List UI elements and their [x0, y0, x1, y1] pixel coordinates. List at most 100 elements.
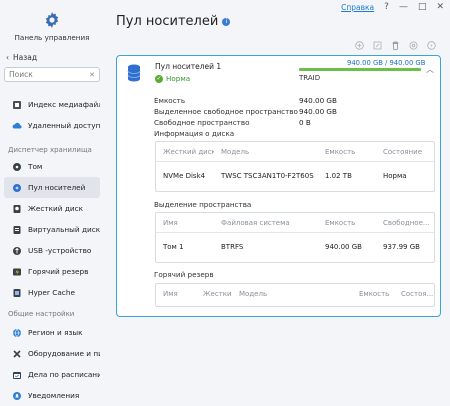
region-language-icon [12, 328, 22, 338]
section-general-settings: Общие настройки [8, 309, 75, 318]
add-icon[interactable] [354, 40, 364, 50]
sidebar-item-remote-access[interactable]: Удаленный доступ [4, 115, 100, 136]
notifications-icon [12, 391, 22, 401]
column-header[interactable]: Имя [156, 219, 214, 227]
sidebar-item-volume[interactable]: Том [4, 156, 100, 177]
table-cell: 937.99 GB [383, 243, 420, 251]
pool-header[interactable]: Пул носителей 1 ✓ Норма 940.00 GB / 940.… [117, 56, 440, 87]
hot-spare-icon [12, 267, 22, 277]
sidebar-item-label: Hyper Cache [28, 288, 75, 297]
table-header: Жесткий диск Модель Емкость Состояние [156, 142, 434, 162]
storage-pool-icon [12, 183, 22, 193]
gear-icon [45, 12, 59, 28]
sidebar-item-label: Индекс медиафайлов [28, 100, 100, 109]
check-circle-icon: ✓ [155, 74, 163, 83]
sidebar-item-notifications[interactable]: Уведомления [4, 385, 100, 406]
sidebar-item-hard-disk[interactable]: Жесткий диск [4, 198, 100, 219]
column-header[interactable]: Емкость [352, 290, 394, 298]
disk-info-table: Жесткий диск Модель Емкость Состояние NV… [155, 141, 435, 192]
table-cell: BTRFS [221, 243, 244, 251]
pool-properties: Емкость 940.00 GB Выделенное свободное п… [154, 95, 337, 128]
search-input[interactable]: Поиск ✕ [4, 67, 100, 82]
settings-icon[interactable] [408, 40, 418, 50]
table-row[interactable]: Том 1 BTRFS 940.00 GB 937.99 GB [156, 233, 434, 261]
pool-status-text: Норма [166, 74, 191, 83]
sidebar-item-scheduled-tasks[interactable]: Дела по расписанию [4, 364, 100, 385]
column-header[interactable]: Свободное... [376, 219, 434, 227]
property-row: Емкость 940.00 GB [154, 95, 337, 106]
column-header[interactable]: Модель [214, 148, 318, 156]
control-panel-title: Панель управления [14, 33, 90, 42]
column-header[interactable]: Имя [156, 290, 196, 298]
scheduled-tasks-icon [12, 370, 22, 380]
table-cell: 1.02 TB [325, 172, 352, 180]
sidebar-item-label: Оборудование и пит... [28, 349, 100, 358]
sidebar-item-hot-spare[interactable]: Горячий резерв [4, 261, 100, 282]
virtual-disk-icon [12, 225, 22, 235]
property-value: 0 B [299, 118, 311, 127]
table-row[interactable]: NVMe Disk4 TWSC TSC3AN1T0-F2T60S 1.02 TB… [156, 162, 434, 190]
sidebar-item-label: Дела по расписанию [28, 370, 100, 379]
sidebar-item-label: Виртуальный диск [28, 225, 100, 234]
column-header[interactable]: Состояние [376, 148, 434, 156]
sidebar-item-usb-device[interactable]: USB -устройство [4, 240, 100, 261]
column-header[interactable]: Файловая система [214, 219, 318, 227]
property-row: Свободное пространство 0 B [154, 117, 337, 128]
sidebar-item-media-index[interactable]: Индекс медиафайлов [4, 94, 100, 115]
sidebar-item-label: Удаленный доступ [28, 121, 100, 130]
back-label: Назад [13, 53, 38, 62]
remote-access-icon [12, 121, 22, 131]
usage-bar [299, 68, 421, 71]
more-icon[interactable] [426, 40, 436, 50]
disk-info-label: Информация о диска [154, 129, 235, 138]
storage-pool-card[interactable]: Пул носителей 1 ✓ Норма 940.00 GB / 940.… [116, 55, 441, 317]
back-button[interactable]: ‹ Назад [6, 53, 37, 62]
space-alloc-label: Выделение пространства [154, 200, 252, 209]
raid-type: TRAID [299, 74, 321, 82]
sidebar: Панель управления ‹ Назад Поиск ✕ Индекс… [0, 0, 104, 406]
pool-status: ✓ Норма [155, 74, 190, 83]
hardware-power-icon [12, 349, 22, 359]
delete-icon[interactable] [390, 40, 400, 50]
clear-icon[interactable]: ✕ [89, 71, 95, 79]
table-header: Имя Жестки... Модель Емкость Состоя... [156, 284, 434, 304]
sidebar-item-hardware-power[interactable]: Оборудование и пит... [4, 343, 100, 364]
sidebar-item-hyper-cache[interactable]: Hyper Cache [4, 282, 100, 303]
nav-general: Регион и язык Оборудование и пит... Дела… [0, 322, 104, 406]
sidebar-item-label: Регион и язык [28, 328, 83, 337]
table-cell: Норма [383, 172, 407, 180]
info-icon[interactable]: i [222, 17, 231, 26]
column-header[interactable]: Жестки... [196, 290, 232, 298]
page-title: Пул носителей i [116, 14, 231, 29]
nav-top: Индекс медиафайлов Удаленный доступ [0, 94, 104, 136]
table-cell: 940.00 GB [325, 243, 362, 251]
toolbar [354, 40, 436, 50]
column-header[interactable]: Емкость [318, 219, 376, 227]
table-cell: NVMe Disk4 [163, 172, 206, 180]
column-header[interactable]: Модель [232, 290, 352, 298]
sidebar-item-label: Уведомления [28, 391, 80, 400]
table-cell: TWSC TSC3AN1T0-F2T60S [221, 172, 314, 180]
hard-disk-icon [12, 204, 22, 214]
database-icon [127, 64, 141, 82]
column-header[interactable]: Жесткий диск [156, 148, 214, 156]
table-header: Имя Файловая система Емкость Свободное..… [156, 213, 434, 233]
column-header[interactable]: Емкость [318, 148, 376, 156]
column-header[interactable]: Состоя... [394, 290, 434, 298]
sidebar-item-virtual-disk[interactable]: Виртуальный диск [4, 219, 100, 240]
property-key: Свободное пространство [154, 118, 250, 127]
usb-icon [12, 246, 22, 256]
pool-name: Пул носителей 1 [155, 62, 222, 71]
sidebar-item-label: Жесткий диск [28, 204, 84, 213]
edit-icon[interactable] [372, 40, 382, 50]
sidebar-item-region-language[interactable]: Регион и язык [4, 322, 100, 343]
sidebar-item-storage-pool[interactable]: Пул носителей [4, 177, 100, 198]
chevron-up-icon[interactable]: ︿ [426, 64, 434, 75]
property-row: Выделенное свободное пространство 940.00… [154, 106, 337, 117]
media-index-icon [12, 100, 22, 110]
property-value: 940.00 GB [299, 107, 337, 116]
hot-spare-table: Имя Жестки... Модель Емкость Состоя... [155, 283, 435, 307]
property-key: Выделенное свободное пространство [154, 107, 298, 116]
sidebar-item-label: Пул носителей [28, 183, 86, 192]
hyper-cache-icon [12, 288, 22, 298]
